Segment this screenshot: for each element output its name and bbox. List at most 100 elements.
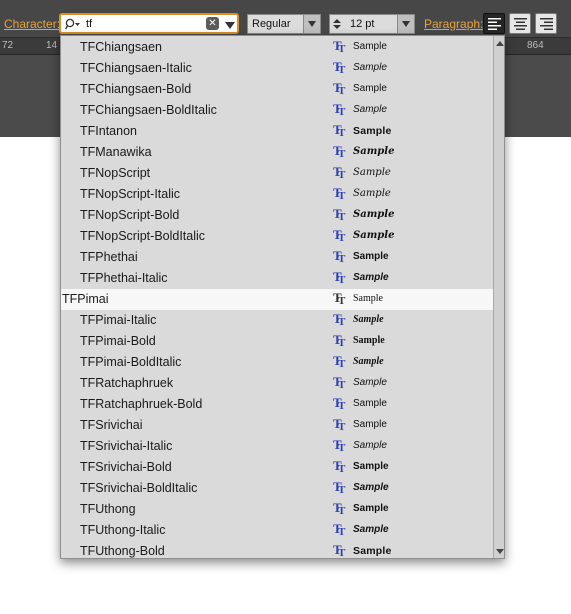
scroll-up-arrow-icon[interactable]: [494, 37, 504, 49]
font-list-item[interactable]: TFPhethai-Italic T T Sample: [61, 268, 493, 289]
font-family-dropdown-button[interactable]: [221, 15, 239, 36]
font-name-label: TFSrivichai: [80, 418, 143, 432]
font-name-label: TFPimai-Bold: [80, 334, 156, 348]
font-sample-preview: Sample: [353, 314, 384, 325]
font-list-item[interactable]: TFUthong-Italic T T Sample: [61, 520, 493, 541]
truetype-font-icon: TT: [333, 290, 346, 307]
font-sample-preview: Sample: [353, 461, 389, 472]
font-name-label: TFRatchaphruek-Bold: [80, 397, 203, 411]
clear-search-icon[interactable]: ✕: [206, 17, 219, 30]
chevron-down-icon: [225, 22, 235, 29]
font-name-label: TFPimai-Italic: [80, 313, 157, 327]
ruler-number: 14: [46, 40, 58, 51]
font-list-item[interactable]: TFChiangsaen-BoldItalic T T Sample: [61, 100, 493, 121]
font-list-item[interactable]: TFNopScript-BoldItalic T T Sample: [61, 226, 493, 247]
font-name-label: TFSrivichai-Bold: [80, 460, 172, 474]
font-list-item[interactable]: TFPimai-Italic T T Sample: [61, 310, 493, 331]
font-family-dropdown-list[interactable]: TFChiangsaen T T Sample TFChiangsaen-Italic T…: [60, 35, 505, 559]
font-size-dropdown-button[interactable]: [397, 15, 414, 33]
font-list-item[interactable]: TFSrivichai T T Sample: [61, 415, 493, 436]
scroll-down-arrow-icon[interactable]: [494, 545, 504, 557]
align-left-button[interactable]: [483, 13, 505, 34]
truetype-font-icon: TT: [333, 122, 346, 139]
font-name-label: TFManawika: [80, 145, 152, 159]
font-list-item[interactable]: TFIntanon T T Sample: [61, 121, 493, 142]
font-sample-preview: Sample: [353, 335, 385, 346]
font-sample-preview: Sample: [353, 398, 387, 409]
truetype-font-icon: TT: [333, 248, 346, 265]
font-sample-preview: Sample: [353, 356, 384, 367]
font-sample-preview: Sample: [353, 524, 389, 535]
truetype-font-icon: TT: [333, 143, 346, 160]
font-sample-preview: Sample: [353, 104, 387, 115]
font-name-label: TFIntanon: [80, 124, 137, 138]
font-sample-preview: Sample: [353, 503, 389, 514]
align-left-icon: [488, 18, 501, 30]
list-scrollbar[interactable]: [493, 36, 504, 558]
truetype-font-icon: TT: [333, 164, 346, 181]
truetype-font-icon: TT: [333, 395, 346, 412]
font-name-label: TFChiangsaen-Italic: [80, 61, 192, 75]
truetype-font-icon: TT: [333, 374, 346, 391]
font-list-item[interactable]: TFSrivichai-Italic T T Sample: [61, 436, 493, 457]
font-list-item[interactable]: TFRatchaphruek T T Sample: [61, 373, 493, 394]
font-sample-preview: Sample: [353, 545, 392, 557]
font-name-label: TFChiangsaen-Bold: [80, 82, 192, 96]
font-name-label: TFPimai: [62, 292, 109, 306]
font-name-label: TFNopScript: [80, 166, 151, 180]
font-sample-preview: Sample: [353, 419, 387, 430]
truetype-font-icon: TT: [333, 227, 346, 244]
truetype-font-icon: TT: [333, 206, 346, 223]
truetype-font-icon: TT: [333, 437, 346, 454]
font-list-item[interactable]: TFSrivichai-BoldItalic T T Sample: [61, 478, 493, 499]
truetype-font-icon: TT: [333, 521, 346, 538]
font-list-item[interactable]: TFChiangsaen-Bold T T Sample: [61, 79, 493, 100]
font-list-item[interactable]: TFNopScript T T Sample: [61, 163, 493, 184]
font-sample-preview: Sample: [353, 377, 387, 388]
font-style-select[interactable]: Regular: [247, 14, 321, 34]
truetype-font-icon: TT: [333, 185, 346, 202]
font-sample-preview: Sample: [353, 83, 387, 94]
font-list-item[interactable]: TFNopScript-Italic T T Sample: [61, 184, 493, 205]
truetype-font-icon: TT: [333, 500, 346, 517]
paragraph-panel-link[interactable]: Paragraph:: [424, 17, 483, 31]
truetype-font-icon: TT: [333, 479, 346, 496]
character-panel-link[interactable]: Character:: [4, 17, 60, 31]
font-sample-preview: Sample: [353, 440, 387, 451]
font-list-item[interactable]: TFUthong T T Sample: [61, 499, 493, 520]
font-list-item[interactable]: TFPimai-Bold T T Sample: [61, 331, 493, 352]
font-list-item[interactable]: TFSrivichai-Bold T T Sample: [61, 457, 493, 478]
font-sample-preview: Sample: [353, 146, 395, 157]
font-size-select[interactable]: 12 pt: [329, 14, 415, 34]
truetype-font-icon: TT: [333, 458, 346, 475]
font-name-label: TFUthong: [80, 502, 136, 516]
font-name-label: TFNopScript-Bold: [80, 208, 180, 222]
font-list-item[interactable]: TFPhethai T T Sample: [61, 247, 493, 268]
ruler-number: 864: [527, 40, 544, 51]
align-center-button[interactable]: [509, 13, 531, 34]
font-family-search-field[interactable]: ✕: [59, 13, 239, 34]
search-icon[interactable]: [65, 18, 81, 31]
font-list-item[interactable]: TFRatchaphruek-Bold T T Sample: [61, 394, 493, 415]
truetype-font-icon: TT: [333, 542, 346, 559]
font-name-label: TFNopScript-BoldItalic: [80, 229, 206, 243]
font-list-item[interactable]: TFNopScript-Bold T T Sample: [61, 205, 493, 226]
font-sample-preview: Sample: [353, 251, 389, 262]
font-list-item[interactable]: TFChiangsaen-Italic T T Sample: [61, 58, 493, 79]
truetype-font-icon: TT: [333, 38, 346, 55]
size-stepper-icon[interactable]: [332, 18, 342, 30]
align-right-button[interactable]: [535, 13, 557, 34]
truetype-font-icon: TT: [333, 332, 346, 349]
font-name-label: TFSrivichai-BoldItalic: [80, 481, 198, 495]
font-name-label: TFUthong-Italic: [80, 523, 166, 537]
font-search-input[interactable]: [86, 16, 226, 32]
font-style-dropdown-button[interactable]: [303, 15, 320, 33]
font-list-item[interactable]: TFPimai T T Sample: [61, 289, 493, 310]
ruler-number: 72: [2, 40, 14, 51]
font-style-value: Regular: [252, 18, 291, 30]
truetype-font-icon: TT: [333, 353, 346, 370]
font-list-item[interactable]: TFChiangsaen T T Sample: [61, 37, 493, 58]
font-list-item[interactable]: TFPimai-BoldItalic T T Sample: [61, 352, 493, 373]
font-list-item[interactable]: TFManawika T T Sample: [61, 142, 493, 163]
font-list-item[interactable]: TFUthong-Bold T T Sample: [61, 541, 493, 559]
